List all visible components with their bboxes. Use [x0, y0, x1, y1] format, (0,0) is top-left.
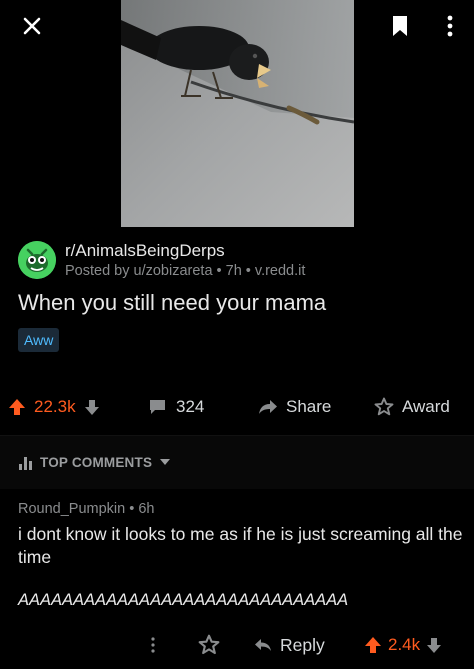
close-button[interactable] — [18, 12, 46, 40]
comment-icon — [150, 400, 165, 414]
post-upvote-count: 22.3k — [34, 397, 76, 416]
reply-button[interactable]: Reply — [254, 628, 325, 662]
award-icon — [198, 634, 220, 655]
post-meta: Posted by u/zobizareta • 7h • v.redd.it — [65, 263, 306, 279]
comment-body-line: AAAAAAAAAAAAAAAAAAAAAAAAAAAAAA — [18, 591, 349, 609]
comment-sort-label: TOP COMMENTS — [40, 454, 153, 470]
comment-more-button[interactable] — [143, 631, 163, 659]
more-options-button[interactable] — [436, 12, 464, 40]
comment-action-bar: Reply 2.4k — [0, 628, 474, 662]
subreddit-name[interactable]: r/AnimalsBeingDerps — [65, 241, 225, 261]
award-label: Award — [402, 397, 450, 416]
comment-count: 324 — [176, 397, 205, 416]
downvote-icon[interactable] — [84, 398, 100, 416]
bookmark-icon — [393, 16, 407, 36]
comment-upvote-count: 2.4k — [388, 635, 421, 654]
post-video[interactable] — [121, 0, 354, 227]
reply-icon — [255, 639, 271, 651]
post-flair[interactable]: Aww — [18, 328, 60, 352]
subreddit-avatar[interactable] — [18, 241, 56, 279]
post-action-bar: 22.3k 324 Share Award — [0, 390, 474, 424]
reply-label: Reply — [280, 634, 325, 655]
comment-author-meta[interactable]: Round_Pumpkin • 6h — [18, 501, 154, 517]
comment-award-button[interactable] — [198, 634, 220, 656]
post-title: When you still need your mama — [18, 290, 327, 315]
bird-video-frame — [121, 0, 354, 227]
subreddit-logo-icon — [18, 241, 56, 279]
comment-vote-group: 2.4k — [364, 628, 442, 662]
upvote-icon[interactable] — [8, 398, 26, 416]
post-vote-group: 22.3k — [8, 390, 100, 424]
award-button[interactable]: Award — [374, 390, 450, 424]
downvote-icon[interactable] — [426, 636, 442, 654]
chevron-down-icon — [160, 459, 171, 465]
share-button[interactable]: Share — [258, 390, 331, 424]
save-button[interactable] — [386, 12, 414, 40]
comment: Round_Pumpkin • 6h i dont know it looks … — [0, 489, 474, 669]
comment-sort-button[interactable]: TOP COMMENTS — [18, 454, 171, 470]
more-vertical-icon — [447, 15, 453, 37]
close-icon — [23, 17, 41, 35]
sort-icon — [19, 457, 32, 470]
comments-button[interactable]: 324 — [149, 390, 204, 424]
more-vertical-icon — [151, 637, 155, 653]
award-icon — [374, 397, 394, 416]
share-label: Share — [286, 397, 332, 416]
upvote-icon[interactable] — [364, 636, 382, 654]
share-icon — [259, 400, 277, 414]
comments-section: TOP COMMENTS Round_Pumpkin • 6h i dont k… — [0, 436, 474, 669]
comment-body: i dont know it looks to me as if he is j… — [18, 524, 463, 567]
